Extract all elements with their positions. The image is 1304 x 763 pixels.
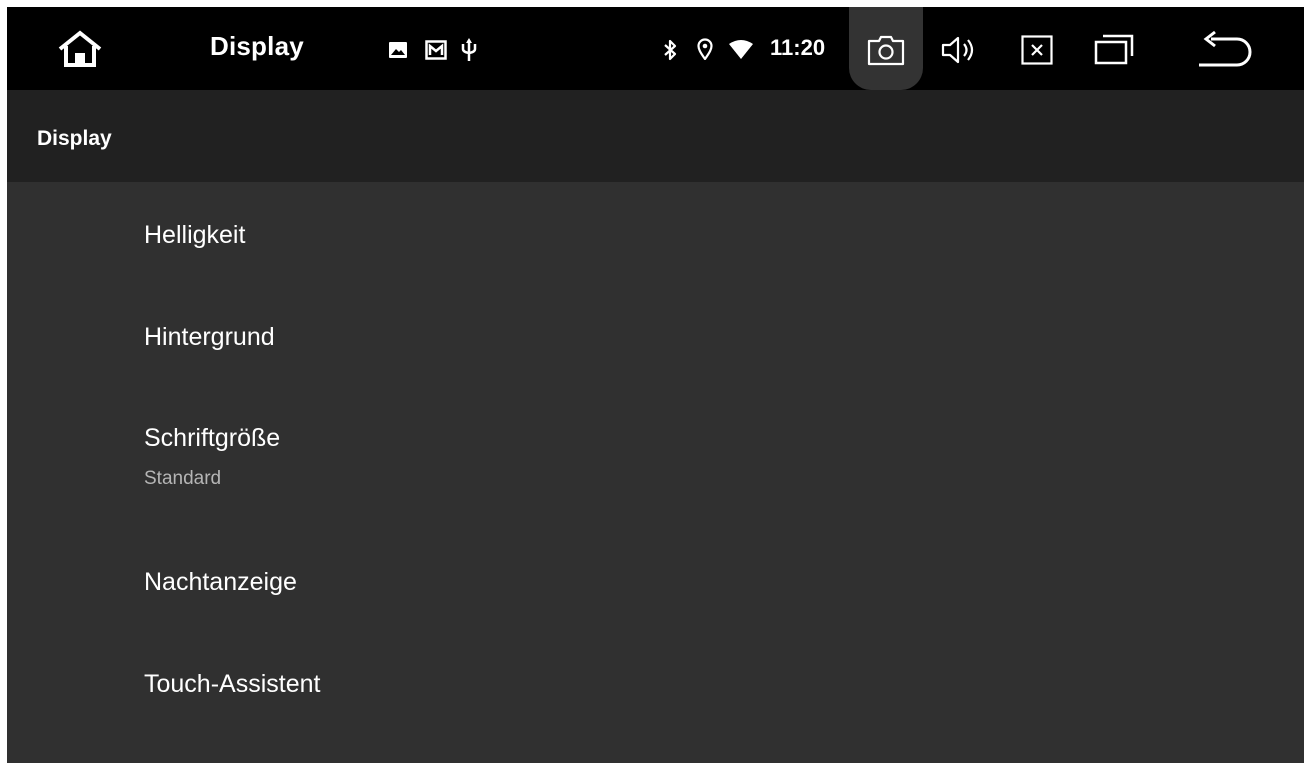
screenshot-button[interactable] <box>849 7 923 90</box>
volume-icon <box>941 36 974 64</box>
setting-touch-assistant[interactable]: Touch-Assistent <box>7 628 1304 730</box>
home-icon <box>58 30 102 67</box>
volume-button[interactable] <box>937 31 981 69</box>
mail-notification <box>424 39 448 61</box>
clock: 11:20 <box>770 35 826 60</box>
wifi-status <box>727 39 755 61</box>
setting-label: Helligkeit <box>144 221 246 249</box>
setting-label: Touch-Assistent <box>144 670 321 698</box>
statusbar-title: Display <box>210 31 304 61</box>
setting-wallpaper[interactable]: Hintergrund <box>7 284 1304 386</box>
image-icon <box>389 42 407 58</box>
setting-night-display[interactable]: Nachtanzeige <box>7 526 1304 628</box>
home-button[interactable] <box>45 21 115 77</box>
back-icon <box>1199 30 1252 67</box>
page-title: Display <box>37 127 112 150</box>
setting-summary: Standard <box>144 468 222 489</box>
app-bar: Display <box>7 90 1304 182</box>
screenshot-icon <box>867 35 905 66</box>
wifi-icon <box>729 40 753 59</box>
image-notification <box>388 41 408 59</box>
recent-apps-button[interactable] <box>1090 29 1138 69</box>
screen: Display 11:20 Display Helligkeit Hinterg… <box>7 7 1304 763</box>
usb-notification <box>460 37 478 63</box>
setting-brightness[interactable]: Helligkeit <box>7 182 1304 284</box>
back-button[interactable] <box>1194 27 1258 71</box>
location-status <box>695 36 715 62</box>
bluetooth-status <box>661 37 679 63</box>
usb-icon <box>461 38 477 61</box>
status-bar: Display 11:20 <box>7 7 1304 90</box>
bluetooth-icon <box>664 39 677 61</box>
setting-font-size[interactable]: Schriftgröße Standard <box>7 386 1304 526</box>
close-button[interactable] <box>1015 31 1059 69</box>
close-icon <box>1021 35 1053 65</box>
recent-apps-icon <box>1094 34 1134 65</box>
setting-label: Nachtanzeige <box>144 568 297 596</box>
mail-icon <box>425 40 447 60</box>
setting-label: Schriftgröße <box>144 424 281 452</box>
location-icon <box>697 38 713 60</box>
setting-label: Hintergrund <box>144 323 275 351</box>
